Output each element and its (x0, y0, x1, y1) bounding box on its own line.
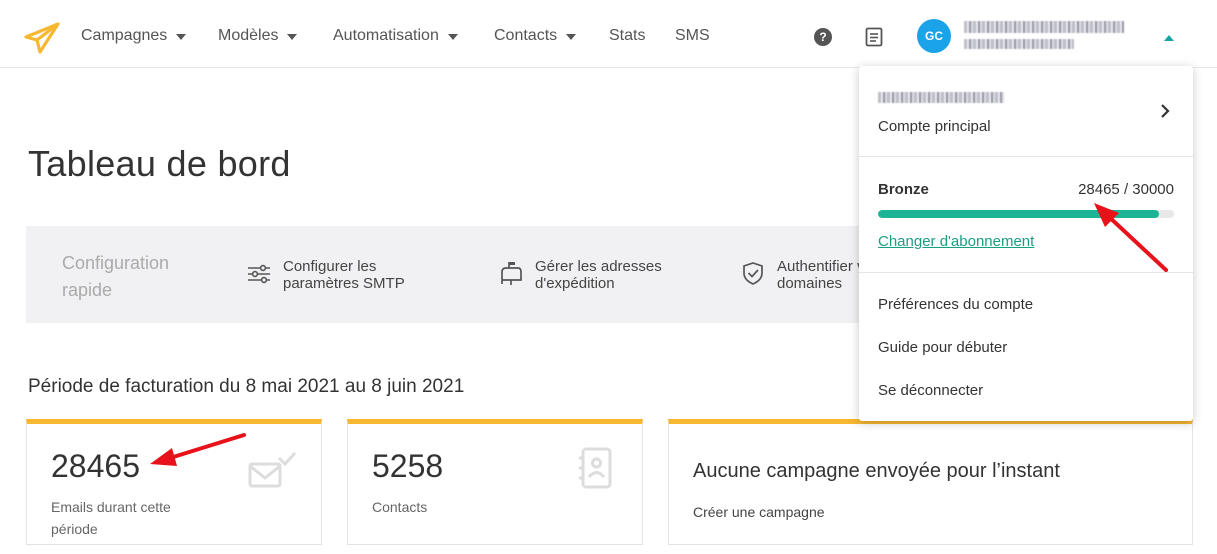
quick-setup-smtp-label: Configurer les paramètres SMTP (283, 258, 405, 292)
quick-setup-title: Configuration rapide (62, 253, 170, 300)
document-icon[interactable] (865, 27, 883, 47)
account-company-redacted (878, 92, 1004, 103)
nav-stats[interactable]: Stats (609, 27, 645, 45)
nav-automatisation-label: Automatisation (333, 27, 439, 44)
nav-modeles-label: Modèles (218, 27, 279, 44)
caret-up-icon[interactable] (1164, 35, 1174, 41)
nav-campagnes[interactable]: Campagnes (81, 27, 187, 45)
quick-setup-smtp[interactable]: Configurer les paramètres SMTP (246, 258, 433, 292)
account-name-redacted[interactable] (964, 21, 1124, 33)
nav-contacts-label: Contacts (494, 27, 558, 44)
account-switcher[interactable]: Compte principal (859, 66, 1193, 157)
contacts-card-label: Contacts (372, 499, 428, 515)
menu-account-preferences[interactable]: Préférences du compte (878, 296, 1033, 313)
chevron-right-icon (1161, 104, 1170, 118)
billing-period-label: Période de facturation du 8 mai 2021 au … (28, 376, 465, 397)
address-book-icon (579, 447, 612, 489)
plan-usage-section: Bronze 28465 / 30000 Changer d'abonnemen… (859, 157, 1193, 273)
page-title: Tableau de bord (28, 143, 291, 184)
top-navigation-bar: Campagnes Modèles Automatisation Contact… (0, 0, 1217, 68)
nav-sms-label: SMS (675, 27, 710, 44)
caret-down-icon (176, 34, 187, 40)
contacts-card: 5258 Contacts (347, 419, 643, 545)
account-type-label: Compte principal (878, 118, 991, 135)
envelope-check-icon (248, 451, 297, 488)
nav-sms[interactable]: SMS (675, 27, 710, 45)
plan-name: Bronze (878, 181, 929, 198)
account-email-redacted[interactable] (964, 39, 1074, 49)
help-circle-icon[interactable]: ? (814, 28, 832, 46)
quick-setup-panel: Configuration rapide Configurer les para… (26, 226, 926, 323)
plan-usage-progress-bar (878, 210, 1174, 218)
plan-usage-count: 28465 / 30000 (1078, 181, 1174, 198)
emails-card-label: Emails durant cette période (51, 499, 171, 537)
nav-campagnes-label: Campagnes (81, 27, 168, 44)
caret-down-icon (566, 34, 577, 40)
emails-count: 28465 (51, 448, 140, 484)
quick-setup-senders-label: Gérer les adresses d'expédition (535, 258, 662, 292)
nav-stats-label: Stats (609, 27, 646, 44)
plan-usage-progress-fill (878, 210, 1159, 218)
mailbox-icon (501, 262, 522, 285)
menu-logout[interactable]: Se déconnecter (878, 382, 983, 399)
campaigns-empty-heading: Aucune campagne envoyée pour l’instant (693, 460, 1060, 482)
emails-card: 28465 Emails durant cette période (26, 419, 322, 545)
change-plan-link[interactable]: Changer d'abonnement (878, 233, 1034, 250)
account-dropdown-menu: Compte principal Bronze 28465 / 30000 Ch… (859, 66, 1193, 421)
create-campaign-link[interactable]: Créer une campagne (693, 504, 825, 520)
shield-check-icon (743, 262, 763, 285)
campaigns-card: Aucune campagne envoyée pour l’instant C… (668, 419, 1193, 545)
nav-modeles[interactable]: Modèles (218, 27, 298, 45)
quick-setup-senders[interactable]: Gérer les adresses d'expédition (498, 258, 685, 292)
caret-down-icon (287, 34, 298, 40)
contacts-count: 5258 (372, 448, 444, 484)
nav-automatisation[interactable]: Automatisation (333, 27, 458, 45)
caret-down-icon (447, 34, 458, 40)
menu-getting-started[interactable]: Guide pour débuter (878, 339, 1007, 356)
avatar[interactable]: GC (917, 19, 951, 53)
paper-plane-logo-icon[interactable] (22, 22, 62, 54)
nav-contacts[interactable]: Contacts (494, 27, 577, 45)
sliders-icon (248, 264, 270, 284)
